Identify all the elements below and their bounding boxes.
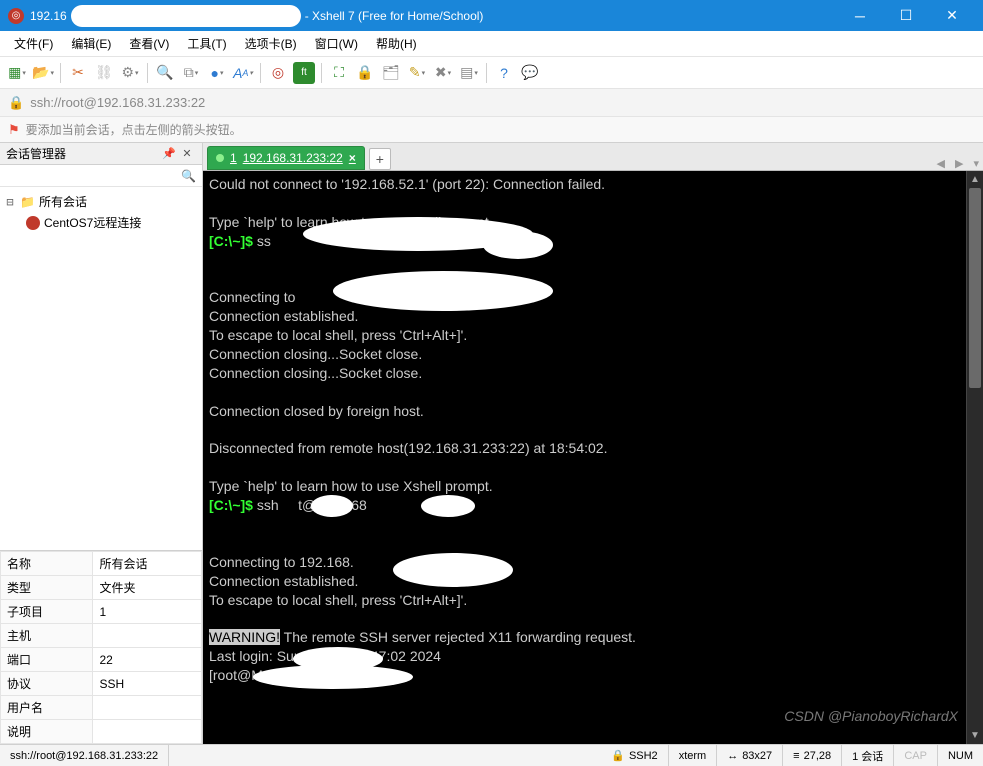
status-cap: CAP: [894, 745, 938, 766]
menu-help[interactable]: 帮助(H): [368, 32, 425, 55]
new-tab-button[interactable]: +: [369, 148, 391, 170]
panel-title: 会话管理器: [6, 145, 66, 162]
terminal[interactable]: Could not connect to '192.168.52.1' (por…: [203, 171, 966, 744]
new-session-button[interactable]: ▦▾: [6, 62, 28, 84]
prop-value-header: 所有会话: [93, 552, 202, 576]
menu-tabs[interactable]: 选项卡(B): [237, 32, 305, 55]
menu-tools[interactable]: 工具(T): [179, 32, 234, 55]
folder-icon: 📁: [20, 195, 35, 209]
watermark: CSDN @PianoboyRichardX: [784, 707, 958, 726]
menu-file[interactable]: 文件(F): [6, 32, 61, 55]
window-title-suffix: - Xshell 7 (Free for Home/School): [305, 9, 484, 23]
address-input[interactable]: [30, 95, 975, 110]
tree-session-item[interactable]: CentOS7远程连接: [2, 212, 200, 233]
lock2-icon[interactable]: 🗂: [380, 62, 402, 84]
lock-icon: 🔒: [611, 749, 625, 762]
tab-close-icon[interactable]: ×: [349, 151, 356, 165]
status-dot-icon: [216, 154, 224, 162]
maximize-button[interactable]: ☐: [883, 0, 929, 31]
prop-row: 端口22: [1, 648, 202, 672]
collapse-icon[interactable]: ⊟: [4, 195, 16, 209]
session-search[interactable]: 🔍: [0, 165, 202, 187]
tree-session-label: CentOS7远程连接: [44, 214, 141, 231]
terminal-scrollbar[interactable]: ▲ ▼: [966, 171, 983, 744]
status-size: ↔ 83x27: [717, 745, 783, 766]
status-term: xterm: [669, 745, 718, 766]
toolbar: ▦▾ 📂▾ ✂ ⛓ ⚙▾ 🔍 ⧉▾ ●▾ AA▾ ◎ ft ⛶ 🔒 🗂 ✎▾ ✖…: [0, 57, 983, 89]
property-grid: 名称 所有会话 类型文件夹 子项目1 主机 端口22 协议SSH 用户名 说明: [0, 550, 202, 744]
prop-header-row: 名称 所有会话: [1, 552, 202, 576]
xftp-icon[interactable]: ft: [293, 62, 315, 84]
open-button[interactable]: 📂▾: [32, 62, 54, 84]
prop-row: 主机: [1, 624, 202, 648]
font-icon[interactable]: AA▾: [232, 62, 254, 84]
tree-root-label: 所有会话: [39, 193, 87, 210]
status-address: ssh://root@192.168.31.233:22: [0, 745, 169, 766]
reconnect-icon[interactable]: ✂: [67, 62, 89, 84]
scroll-thumb[interactable]: [969, 188, 981, 388]
tree-root[interactable]: ⊟ 📁 所有会话: [2, 191, 200, 212]
session-tab[interactable]: 1 192.168.31.233:22 ×: [207, 146, 365, 170]
prop-row: 类型文件夹: [1, 576, 202, 600]
scroll-up-icon[interactable]: ▲: [967, 171, 983, 188]
tab-index: 1: [230, 151, 237, 165]
find-icon[interactable]: 🔍: [154, 62, 176, 84]
prop-name-header: 名称: [1, 552, 93, 576]
lock1-icon[interactable]: 🔒: [354, 62, 376, 84]
close-session-icon[interactable]: ✖▾: [432, 62, 454, 84]
disconnect-icon[interactable]: ⛓: [93, 62, 115, 84]
status-pos: ≡ 27,28: [783, 745, 842, 766]
tab-next-icon[interactable]: ▶: [951, 157, 967, 170]
tab-prev-icon[interactable]: ◀: [933, 157, 949, 170]
copy-icon[interactable]: ⧉▾: [180, 62, 202, 84]
session-manager-panel: 会话管理器 📌 ✕ 🔍 ⊟ 📁 所有会话 CentOS7远程连接 名称 所: [0, 143, 203, 744]
search-icon: 🔍: [181, 169, 196, 183]
help-icon[interactable]: ?: [493, 62, 515, 84]
highlight-icon[interactable]: ✎▾: [406, 62, 428, 84]
paste-icon[interactable]: ●▾: [206, 62, 228, 84]
pin-icon[interactable]: 📌: [160, 147, 178, 160]
status-sessions: 1 会话: [842, 745, 894, 766]
hint-text: 要添加当前会话，点击左侧的箭头按钮。: [26, 121, 242, 138]
minimize-button[interactable]: ─: [837, 0, 883, 31]
feedback-icon[interactable]: 💬: [519, 62, 541, 84]
titlebar: ◎ 192.16 - Xshell 7 (Free for Home/Schoo…: [0, 0, 983, 31]
prop-row: 协议SSH: [1, 672, 202, 696]
tab-label: 192.168.31.233:22: [243, 151, 343, 165]
app-icon: ◎: [8, 8, 24, 24]
menu-edit[interactable]: 编辑(E): [63, 32, 119, 55]
main-area: 会话管理器 📌 ✕ 🔍 ⊟ 📁 所有会话 CentOS7远程连接 名称 所: [0, 143, 983, 744]
properties-icon[interactable]: ⚙▾: [119, 62, 141, 84]
prop-row: 用户名: [1, 696, 202, 720]
terminal-area: 1 192.168.31.233:22 × + ◀ ▶ ▾ Could not …: [203, 143, 983, 744]
menu-view[interactable]: 查看(V): [121, 32, 177, 55]
session-tree: ⊟ 📁 所有会话 CentOS7远程连接: [0, 187, 202, 550]
menu-window[interactable]: 窗口(W): [307, 32, 366, 55]
tab-strip: 1 192.168.31.233:22 × + ◀ ▶ ▾: [203, 143, 983, 171]
panel-close-icon[interactable]: ✕: [178, 147, 196, 160]
panel-header: 会话管理器 📌 ✕: [0, 143, 202, 165]
session-icon: [26, 216, 40, 230]
flag-icon: ⚑: [8, 122, 20, 138]
prop-row: 子项目1: [1, 600, 202, 624]
xshell-icon[interactable]: ◎: [267, 62, 289, 84]
hint-bar: ⚑ 要添加当前会话，点击左侧的箭头按钮。: [0, 117, 983, 143]
layout-icon[interactable]: ▤▾: [458, 62, 480, 84]
tab-menu-icon[interactable]: ▾: [969, 157, 983, 170]
close-button[interactable]: ✕: [929, 0, 975, 31]
scroll-down-icon[interactable]: ▼: [967, 727, 983, 744]
lock-icon: 🔒: [8, 95, 24, 111]
fullscreen-icon[interactable]: ⛶: [328, 62, 350, 84]
status-num: NUM: [938, 745, 983, 766]
status-proto: 🔒SSH2: [601, 745, 668, 766]
prop-row: 说明: [1, 720, 202, 744]
redacted-region: [71, 5, 301, 27]
window-title-prefix: 192.16: [30, 9, 67, 23]
status-bar: ssh://root@192.168.31.233:22 🔒SSH2 xterm…: [0, 744, 983, 766]
address-bar: 🔒: [0, 89, 983, 117]
menubar: 文件(F) 编辑(E) 查看(V) 工具(T) 选项卡(B) 窗口(W) 帮助(…: [0, 31, 983, 57]
